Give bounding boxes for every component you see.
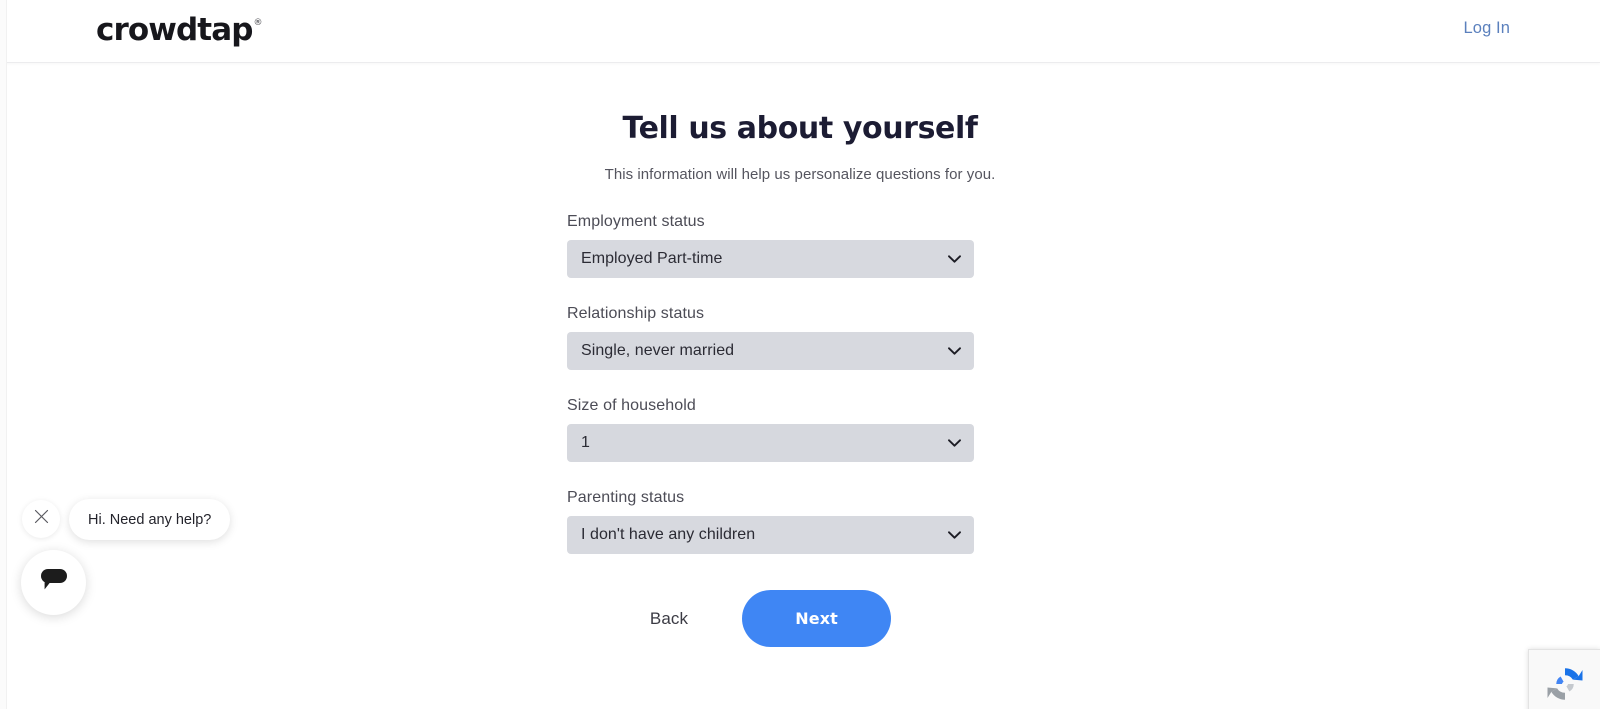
browser-viewport: crowdtap ® Log In Tell us about yourself… bbox=[0, 0, 1600, 709]
select-employment-status[interactable]: Employed Part-time bbox=[567, 240, 974, 278]
field-label-parenting-status: Parenting status bbox=[567, 489, 685, 506]
recaptcha-icon bbox=[1544, 663, 1586, 709]
page-title: Tell us about yourself bbox=[622, 111, 978, 146]
field-employment-status: Employment status Employed Part-time bbox=[567, 213, 974, 278]
back-button[interactable]: Back bbox=[650, 609, 688, 629]
chat-greeting-bubble[interactable]: Hi. Need any help? bbox=[69, 499, 231, 540]
select-shell-household-size[interactable]: 1 bbox=[567, 424, 974, 462]
onboarding-form: Tell us about yourself This information … bbox=[550, 63, 1050, 647]
field-household-size: Size of household 1 bbox=[567, 397, 974, 462]
chat-bubble-icon bbox=[39, 567, 69, 598]
select-household-size[interactable]: 1 bbox=[567, 424, 974, 462]
field-relationship-status: Relationship status Single, never marrie… bbox=[567, 305, 974, 370]
chat-close-button[interactable] bbox=[22, 500, 60, 538]
close-icon bbox=[34, 509, 49, 529]
browser-left-edge bbox=[0, 0, 7, 709]
registered-trademark-icon: ® bbox=[253, 18, 263, 28]
select-shell-relationship-status[interactable]: Single, never married bbox=[567, 332, 974, 370]
field-label-household-size: Size of household bbox=[567, 397, 696, 414]
crowdtap-logo[interactable]: crowdtap ® bbox=[96, 12, 263, 48]
next-button[interactable]: Next bbox=[742, 590, 892, 647]
login-link[interactable]: Log In bbox=[1464, 19, 1510, 38]
form-actions: Back Next bbox=[567, 590, 974, 647]
chat-launcher-button[interactable] bbox=[21, 550, 86, 615]
chat-greeting-text: Hi. Need any help? bbox=[88, 511, 212, 528]
logo-wordmark: crowdtap bbox=[96, 12, 253, 48]
site-header: crowdtap ® Log In bbox=[0, 0, 1600, 63]
select-shell-parenting-status[interactable]: I don't have any children bbox=[567, 516, 974, 554]
field-label-relationship-status: Relationship status bbox=[567, 305, 705, 322]
select-parenting-status[interactable]: I don't have any children bbox=[567, 516, 974, 554]
recaptcha-badge[interactable] bbox=[1528, 649, 1600, 709]
select-relationship-status[interactable]: Single, never married bbox=[567, 332, 974, 370]
page-subtitle: This information will help us personaliz… bbox=[604, 166, 996, 183]
select-shell-employment-status[interactable]: Employed Part-time bbox=[567, 240, 974, 278]
page-body: Tell us about yourself This information … bbox=[0, 63, 1600, 709]
field-label-employment-status: Employment status bbox=[567, 213, 705, 230]
field-parenting-status: Parenting status I don't have any childr… bbox=[567, 489, 974, 554]
